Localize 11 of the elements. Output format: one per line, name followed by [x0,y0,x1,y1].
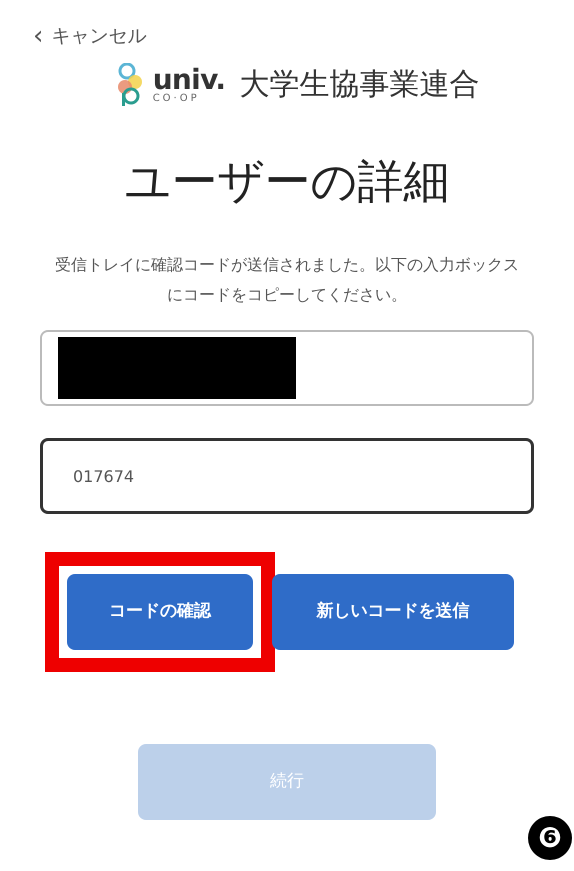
page-heading: ユーザーの詳細 [124,153,450,210]
step-marker: ❻ [528,816,572,860]
cancel-link[interactable]: ‹ キャンセル [33,20,146,52]
action-button[interactable]: コードの確認 [67,574,253,650]
logo-subword: CO·OP [152,94,200,104]
logo-wordmark: univ. [152,66,226,94]
action-button[interactable]: 新しいコードを送信 [272,574,514,650]
input-field[interactable] [40,330,534,406]
input-field[interactable]: 017674 [40,438,534,514]
instruction-text: 受信トレイに確認コードが送信されました。以下の入力ボックスにコードをコピーしてください。 [54,254,520,306]
organization-name: 大学生協事業連合 [239,66,480,104]
